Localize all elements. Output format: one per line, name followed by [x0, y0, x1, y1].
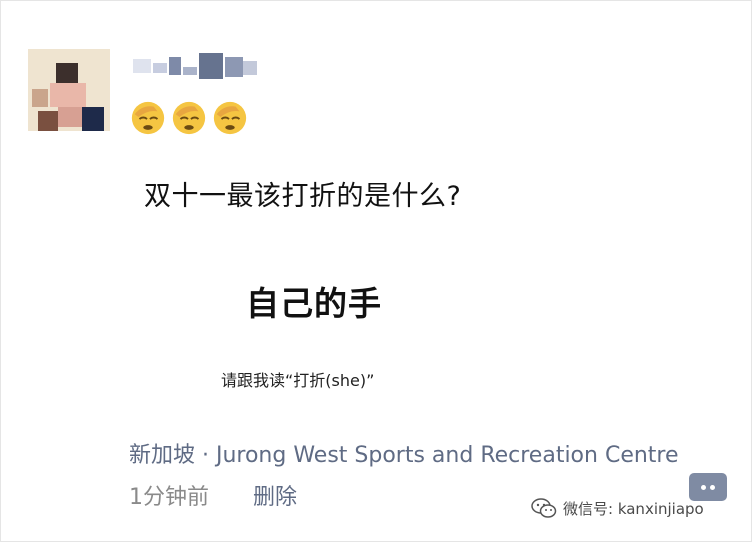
wechat-icon	[531, 498, 557, 518]
post-hint: 请跟我读“打折(she)”	[221, 371, 375, 390]
post-answer: 自己的手	[246, 284, 382, 323]
facepalm-icon	[213, 101, 247, 135]
facepalm-icon	[131, 101, 165, 135]
location-link[interactable]: 新加坡 · Jurong West Sports and Recreation …	[129, 437, 679, 469]
dot	[710, 484, 715, 490]
facepalm-icon	[172, 101, 206, 135]
username-blurred[interactable]	[133, 53, 258, 79]
avatar[interactable]	[28, 49, 110, 131]
watermark: 微信号: kanxinjiapo	[531, 497, 704, 519]
emoji-row	[129, 99, 249, 137]
post-card: 双十一最该打折的是什么? 自己的手 请跟我读“打折(she)” 新加坡 · Ju…	[0, 0, 752, 542]
dot	[701, 484, 706, 490]
post-time: 1分钟前	[129, 485, 209, 510]
post-question: 双十一最该打折的是什么?	[144, 181, 462, 212]
delete-button[interactable]: 删除	[253, 479, 297, 511]
watermark-text: 微信号: kanxinjiapo	[563, 499, 704, 518]
